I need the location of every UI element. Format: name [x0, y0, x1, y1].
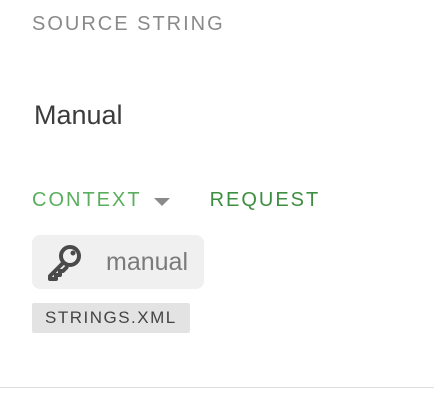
key-value: manual [106, 247, 188, 276]
divider [0, 387, 434, 388]
file-badge: STRINGS.XML [32, 303, 190, 333]
chevron-down-icon [153, 197, 170, 206]
source-string-label: SOURCE STRING [32, 13, 225, 35]
source-string-text: Manual [34, 100, 123, 130]
key-icon [44, 242, 84, 282]
context-tabs: CONTEXT REQUEST [32, 189, 320, 212]
request-tab[interactable]: REQUEST [210, 189, 321, 212]
context-tab[interactable]: CONTEXT [32, 189, 170, 212]
context-tab-label: CONTEXT [32, 189, 142, 211]
key-chip: manual [32, 235, 204, 289]
